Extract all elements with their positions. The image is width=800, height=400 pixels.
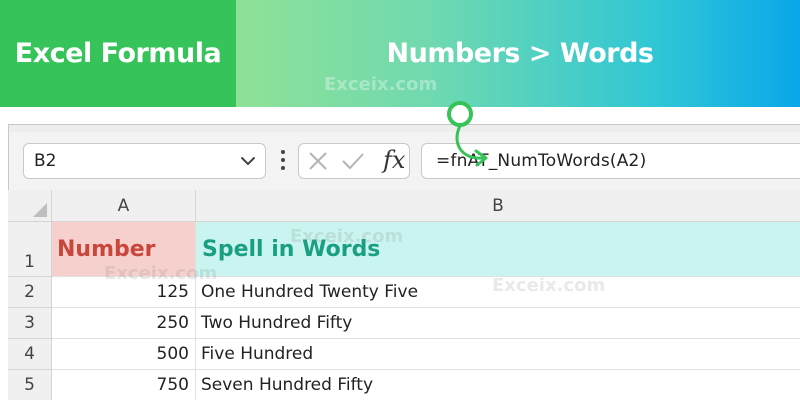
enter-check-icon[interactable] xyxy=(341,150,365,172)
cell-b4[interactable]: Five Hundred xyxy=(196,339,800,370)
row-header-1[interactable]: 1 xyxy=(8,222,52,277)
column-header-a[interactable]: A xyxy=(52,190,196,222)
banner-left-title: Excel Formula xyxy=(14,38,222,69)
name-box[interactable]: B2 xyxy=(23,143,266,179)
row-header-4[interactable]: 4 xyxy=(8,339,52,370)
banner-right-title: Numbers > Words xyxy=(386,38,654,69)
formula-buttons: fx xyxy=(298,143,410,179)
cell-b5[interactable]: Seven Hundred Fifty xyxy=(196,370,800,400)
banner-right: Numbers > Words xyxy=(236,0,800,107)
cell-a4[interactable]: 500 xyxy=(52,339,196,370)
more-vertical-icon[interactable] xyxy=(279,146,287,174)
banner-watermark: Exceix.com xyxy=(324,74,438,95)
fx-icon[interactable]: fx xyxy=(383,146,405,174)
column-header-b[interactable]: B xyxy=(196,190,800,222)
sheet-watermark: Exceix.com xyxy=(492,275,606,296)
sheet-watermark: Exceix.com xyxy=(104,263,218,284)
row-header-3[interactable]: 3 xyxy=(8,308,52,339)
select-all-button[interactable] xyxy=(8,190,52,222)
cell-b3[interactable]: Two Hundred Fifty xyxy=(196,308,800,339)
name-box-value: B2 xyxy=(34,151,57,171)
sheet-watermark: Exceix.com xyxy=(290,226,404,247)
cell-b1[interactable]: Spell in Words xyxy=(196,222,800,277)
cell-a5[interactable]: 750 xyxy=(52,370,196,400)
cell-a3[interactable]: 250 xyxy=(52,308,196,339)
cancel-icon[interactable] xyxy=(307,150,329,172)
annotation-arrow-icon xyxy=(447,101,488,167)
chevron-down-icon[interactable] xyxy=(239,152,257,170)
row-header-2[interactable]: 2 xyxy=(8,277,52,308)
ribbon-edge xyxy=(8,124,800,132)
banner-left: Excel Formula xyxy=(0,0,236,107)
row-header-5[interactable]: 5 xyxy=(8,370,52,400)
